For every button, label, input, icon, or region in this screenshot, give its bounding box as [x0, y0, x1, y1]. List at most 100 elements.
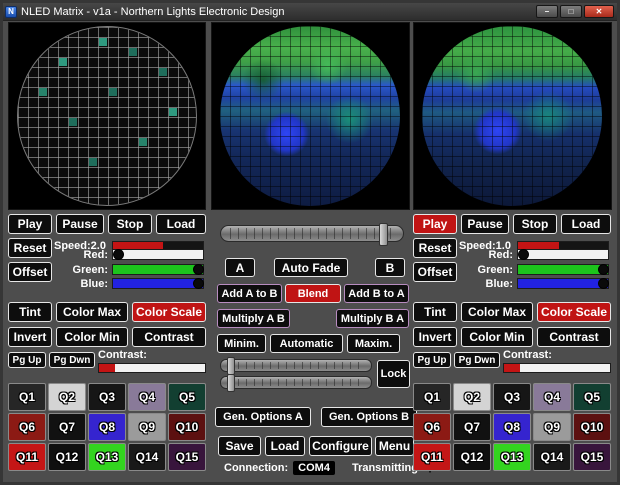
quick-button[interactable]: Q8 — [88, 413, 126, 441]
menu-button[interactable]: Menu — [375, 436, 414, 456]
auto-fade-button[interactable]: Auto Fade — [274, 258, 348, 277]
quick-button[interactable]: Q15 — [168, 443, 206, 471]
quick-button[interactable]: Q14 — [533, 443, 571, 471]
load-button-b[interactable]: Load — [561, 214, 611, 234]
quick-button[interactable]: Q14 — [128, 443, 166, 471]
lock-button[interactable]: Lock — [377, 360, 410, 388]
red-knob-a[interactable] — [113, 249, 124, 260]
quick-button[interactable]: Q15 — [573, 443, 611, 471]
pg-dwn-button-a[interactable]: Pg Dwn — [49, 352, 95, 368]
play-button-b[interactable]: Play — [413, 214, 457, 234]
green-knob-b[interactable] — [598, 264, 609, 275]
blue-slider-b[interactable] — [517, 278, 609, 289]
invert-button-b[interactable]: Invert — [413, 327, 457, 347]
quick-button[interactable]: Q2 — [453, 383, 491, 411]
tint-button-a[interactable]: Tint — [8, 302, 52, 322]
green-knob-a[interactable] — [193, 264, 204, 275]
quick-button[interactable]: Q10 — [168, 413, 206, 441]
quick-button[interactable]: Q6 — [413, 413, 451, 441]
save-button[interactable]: Save — [218, 436, 261, 456]
color-min-button-b[interactable]: Color Min — [461, 327, 533, 347]
gen-options-b-button[interactable]: Gen. Options B — [321, 407, 417, 427]
quick-button[interactable]: Q7 — [48, 413, 86, 441]
quick-button[interactable]: Q2 — [48, 383, 86, 411]
stop-button-b[interactable]: Stop — [513, 214, 557, 234]
blue-slider-a[interactable] — [112, 278, 204, 289]
color-scale-button-b[interactable]: Color Scale — [537, 302, 611, 322]
blue-knob-a[interactable] — [193, 278, 204, 289]
pg-dwn-button-b[interactable]: Pg Dwn — [454, 352, 500, 368]
pause-button-a[interactable]: Pause — [56, 214, 104, 234]
load-button-a[interactable]: Load — [156, 214, 206, 234]
stop-button-a[interactable]: Stop — [108, 214, 152, 234]
quick-button[interactable]: Q5 — [168, 383, 206, 411]
close-button[interactable]: ✕ — [584, 5, 614, 18]
quick-button[interactable]: Q8 — [493, 413, 531, 441]
quick-button[interactable]: Q10 — [573, 413, 611, 441]
pause-button-b[interactable]: Pause — [461, 214, 509, 234]
color-min-button-a[interactable]: Color Min — [56, 327, 128, 347]
red-slider-b[interactable] — [517, 249, 609, 260]
offset-button-a[interactable]: Offset — [8, 262, 52, 282]
configure-button[interactable]: Configure — [309, 436, 372, 456]
b-button[interactable]: B — [375, 258, 405, 277]
red-knob-b[interactable] — [518, 249, 529, 260]
quick-button[interactable]: Q13 — [88, 443, 126, 471]
contrast-slider-a[interactable] — [98, 363, 206, 373]
offset-button-b[interactable]: Offset — [413, 262, 457, 282]
load-button-center[interactable]: Load — [265, 436, 305, 456]
crossfader-handle[interactable] — [379, 223, 388, 246]
quick-button[interactable]: Q9 — [533, 413, 571, 441]
quick-button[interactable]: Q11 — [413, 443, 451, 471]
contrast-slider-b[interactable] — [503, 363, 611, 373]
quick-button[interactable]: Q4 — [128, 383, 166, 411]
crossfader-slider[interactable] — [220, 223, 404, 246]
title-bar[interactable]: N NLED Matrix - v1a - Northern Lights El… — [3, 3, 617, 21]
multiply-a-b-button[interactable]: Multiply A B — [217, 309, 290, 328]
tint-button-b[interactable]: Tint — [413, 302, 457, 322]
green-slider-a[interactable] — [112, 264, 204, 275]
contrast-button-a[interactable]: Contrast — [132, 327, 206, 347]
green-slider-b[interactable] — [517, 264, 609, 275]
red-slider-a[interactable] — [112, 249, 204, 260]
quick-button[interactable]: Q1 — [8, 383, 46, 411]
quick-button[interactable]: Q7 — [453, 413, 491, 441]
quick-button[interactable]: Q6 — [8, 413, 46, 441]
maxim-button[interactable]: Maxim. — [347, 334, 400, 353]
color-max-button-b[interactable]: Color Max — [461, 302, 533, 322]
gen-slider-1[interactable] — [220, 357, 372, 375]
gen-options-a-button[interactable]: Gen. Options A — [215, 407, 311, 427]
invert-button-a[interactable]: Invert — [8, 327, 52, 347]
pg-up-button-b[interactable]: Pg Up — [413, 352, 451, 368]
color-scale-button-a[interactable]: Color Scale — [132, 302, 206, 322]
quick-button[interactable]: Q3 — [493, 383, 531, 411]
automatic-button[interactable]: Automatic — [270, 334, 343, 353]
multiply-b-a-button[interactable]: Multiply B A — [336, 309, 409, 328]
gen-slider-2-handle[interactable] — [227, 374, 235, 392]
a-button[interactable]: A — [225, 258, 255, 277]
color-max-button-a[interactable]: Color Max — [56, 302, 128, 322]
play-button-a[interactable]: Play — [8, 214, 52, 234]
blend-button[interactable]: Blend — [285, 284, 341, 303]
quick-button[interactable]: Q4 — [533, 383, 571, 411]
minimize-button[interactable]: – — [536, 5, 558, 18]
quick-button[interactable]: Q9 — [128, 413, 166, 441]
pg-up-button-a[interactable]: Pg Up — [8, 352, 46, 368]
quick-button[interactable]: Q1 — [413, 383, 451, 411]
quick-button[interactable]: Q13 — [493, 443, 531, 471]
blue-knob-b[interactable] — [598, 278, 609, 289]
quick-button[interactable]: Q12 — [48, 443, 86, 471]
reset-button-a[interactable]: Reset — [8, 238, 52, 258]
minim-button[interactable]: Minim. — [217, 334, 266, 353]
quick-button[interactable]: Q3 — [88, 383, 126, 411]
add-b-to-a-button[interactable]: Add B to A — [344, 284, 409, 303]
gen-slider-2[interactable] — [220, 374, 372, 392]
add-a-to-b-button[interactable]: Add A to B — [217, 284, 282, 303]
gen-slider-1-handle[interactable] — [227, 357, 235, 375]
quick-button[interactable]: Q11 — [8, 443, 46, 471]
quick-button[interactable]: Q5 — [573, 383, 611, 411]
reset-button-b[interactable]: Reset — [413, 238, 457, 258]
contrast-button-b[interactable]: Contrast — [537, 327, 611, 347]
maximize-button[interactable]: □ — [560, 5, 582, 18]
quick-button[interactable]: Q12 — [453, 443, 491, 471]
